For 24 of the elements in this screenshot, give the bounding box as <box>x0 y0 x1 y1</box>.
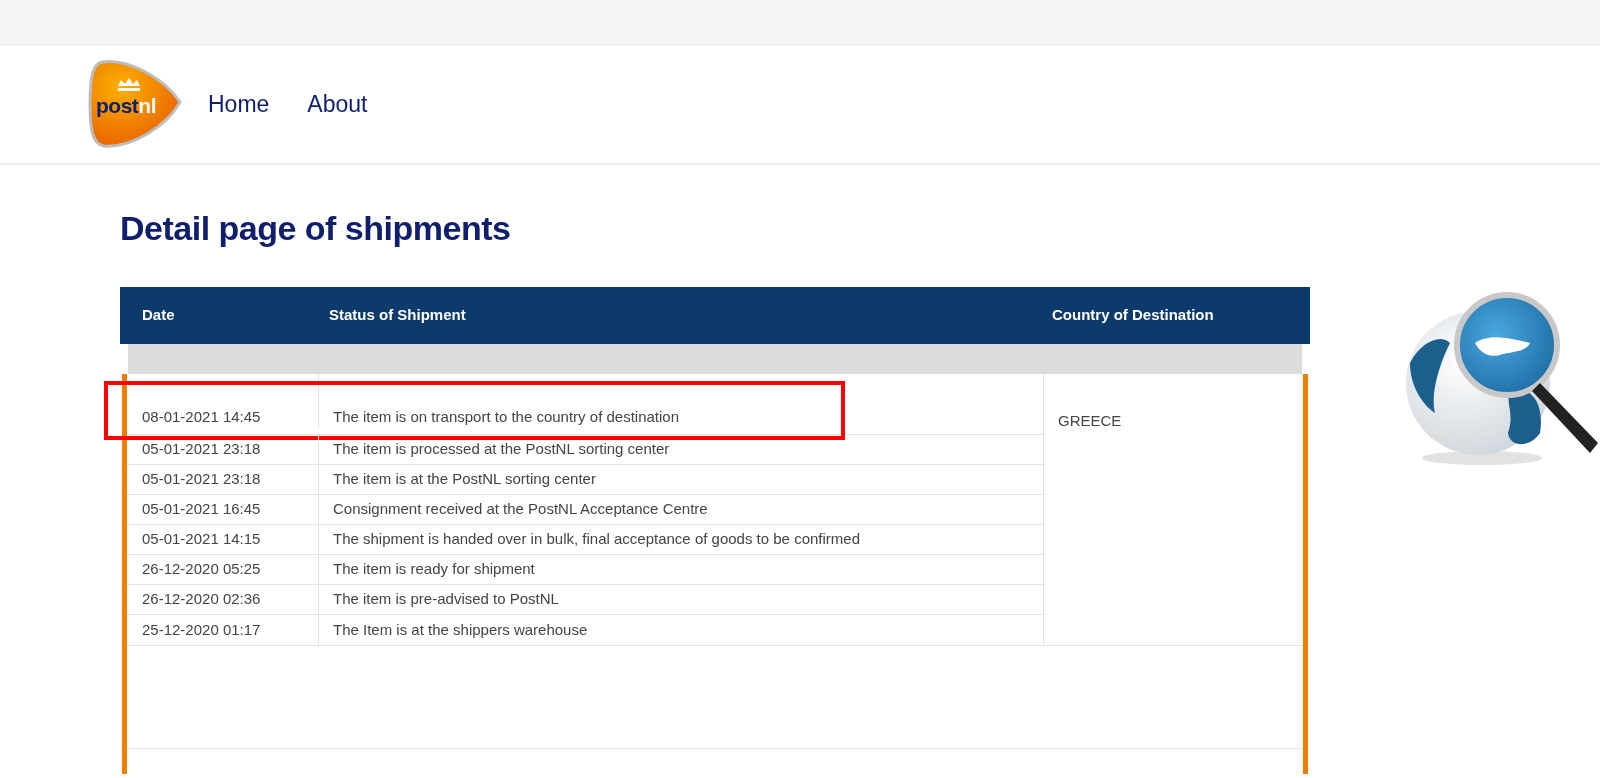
column-header: Status of Shipment <box>329 306 466 324</box>
table-cell-text: 25-12-2020 01:17 <box>142 619 261 640</box>
table-cell: The item is at the PostNL sorting center <box>333 470 596 488</box>
nav-link[interactable]: Home <box>208 86 270 122</box>
page-title: Detail page of shipments <box>120 211 512 245</box>
table-cell: The shipment is handed over in bulk, final acceptance of goods to be confirmed <box>333 530 860 548</box>
table-cell: The item is pre-advised to PostNL <box>333 590 559 608</box>
column-header: Date <box>142 306 175 324</box>
column-header: Country of Destination <box>1052 306 1214 324</box>
table-cell: The item is processed at the PostNL sorting center <box>333 440 670 458</box>
table-cell-text: 26-12-2020 05:25 <box>142 559 261 580</box>
table-cell-text: 05-01-2021 23:18 <box>142 469 261 490</box>
table-cell: The Item is at the shippers warehouse <box>333 620 588 638</box>
table-cell-text: 26-12-2020 02:36 <box>142 589 261 610</box>
nav-link[interactable]: About <box>307 86 368 122</box>
table-cell-text: 05-01-2021 16:45 <box>142 499 261 520</box>
table-cell-text: 05-01-2021 23:18 <box>142 439 261 460</box>
table-cell-text: 08-01-2021 14:45 <box>142 406 261 427</box>
table-cell: Consignment received at the PostNL Acceptance Centre <box>333 500 708 518</box>
table-cell-text: 05-01-2021 14:15 <box>142 529 261 550</box>
postnl-logo[interactable]: postnl <box>88 58 184 150</box>
table-cell: GREECE <box>1058 412 1122 429</box>
table-cell: The item is on transport to the country of destination <box>333 407 680 425</box>
table-cell: The item is ready for shipment <box>333 560 535 578</box>
